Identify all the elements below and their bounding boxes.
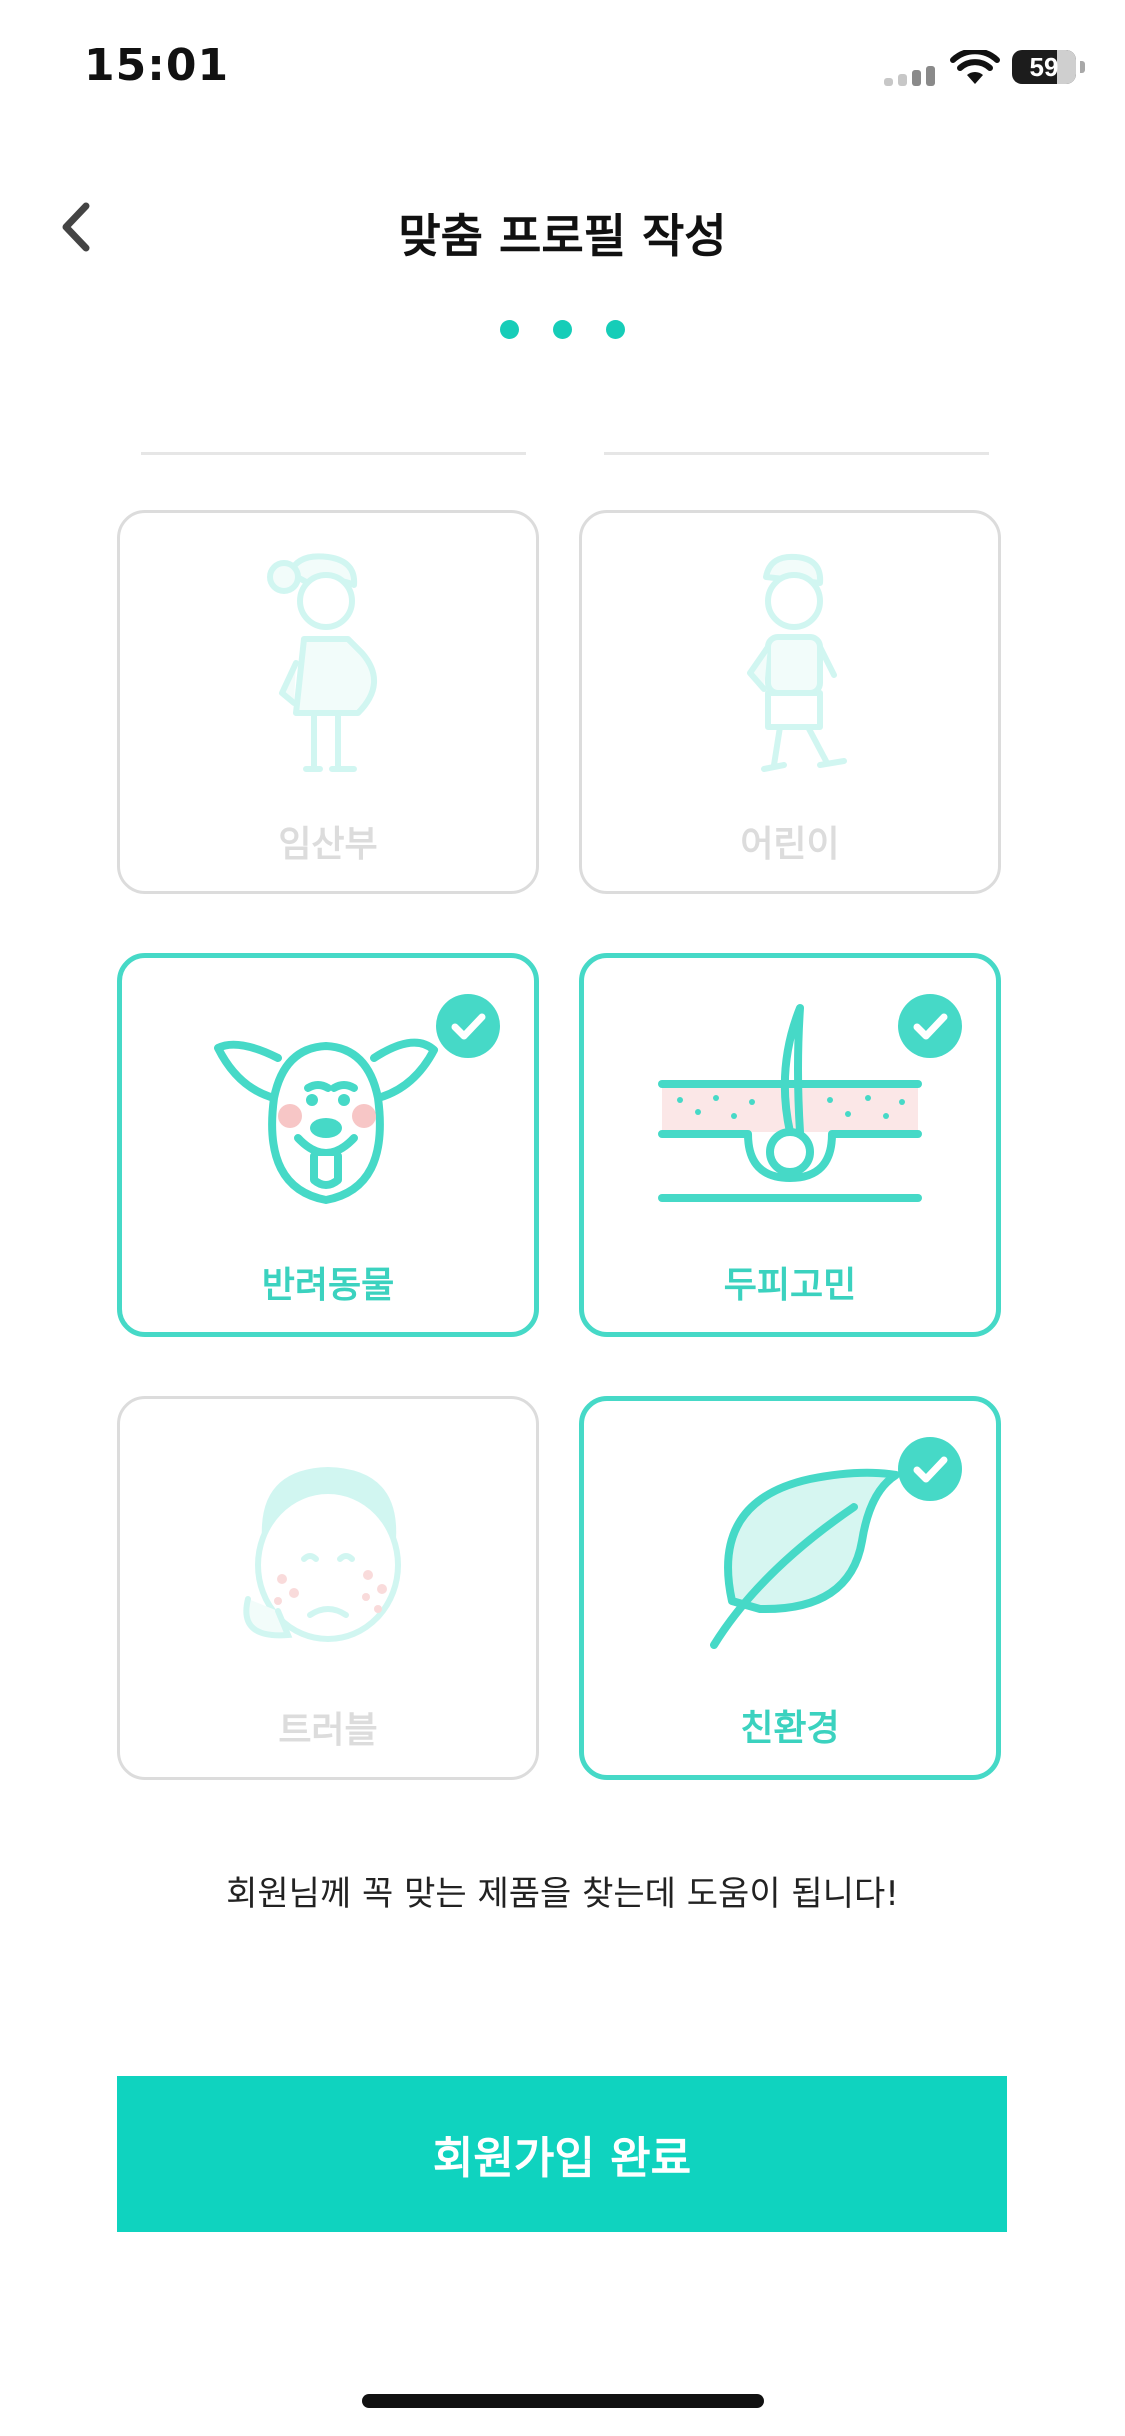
battery-level: 59 <box>1029 52 1059 82</box>
step-indicator <box>0 320 1125 340</box>
option-card-pregnant[interactable]: 임산부 <box>117 510 539 894</box>
troubled-skin-face-icon <box>243 1467 401 1642</box>
card-label: 어린이 <box>740 824 840 865</box>
card-label: 임산부 <box>278 824 378 865</box>
divider-right <box>604 452 989 455</box>
header: 맞춤 프로필 작성 <box>0 180 1125 270</box>
hair-follicle-icon <box>658 1004 922 1202</box>
battery-tip <box>1080 61 1085 73</box>
check-icon <box>436 994 500 1058</box>
option-card-eco[interactable]: 친환경 <box>579 1396 1001 1780</box>
card-label: 반려동물 <box>261 1265 395 1306</box>
divider-left <box>141 452 526 455</box>
child-icon <box>747 553 847 772</box>
pregnant-woman-icon <box>267 553 378 772</box>
option-card-pet[interactable]: 반려동물 <box>117 953 539 1337</box>
wifi-icon <box>950 50 1000 84</box>
helper-text: 회원님께 꼭 맞는 제품을 찾는데 도움이 됩니다! <box>226 1874 899 1914</box>
card-label: 두피고민 <box>723 1265 857 1306</box>
check-icon <box>898 994 962 1058</box>
battery-icon: 59 <box>1012 50 1076 84</box>
check-icon <box>898 1437 962 1501</box>
dog-icon <box>214 1038 438 1204</box>
option-card-trouble[interactable]: 트러블 <box>117 1396 539 1780</box>
signup-complete-button[interactable]: 회원가입 완료 <box>117 2076 1007 2232</box>
card-label: 친환경 <box>740 1708 840 1749</box>
status-time: 15:01 <box>84 40 230 91</box>
status-bar: 15:01 59 <box>0 0 1125 140</box>
page-title: 맞춤 프로필 작성 <box>398 209 727 263</box>
card-label: 트러블 <box>278 1710 378 1751</box>
home-indicator <box>362 2394 764 2408</box>
step-dot <box>606 320 625 339</box>
leaf-icon <box>710 1468 900 1649</box>
step-dot <box>553 320 572 339</box>
step-dot <box>500 320 519 339</box>
cellular-signal-icon <box>884 64 938 86</box>
option-card-scalp[interactable]: 두피고민 <box>579 953 1001 1337</box>
option-card-child[interactable]: 어린이 <box>579 510 1001 894</box>
